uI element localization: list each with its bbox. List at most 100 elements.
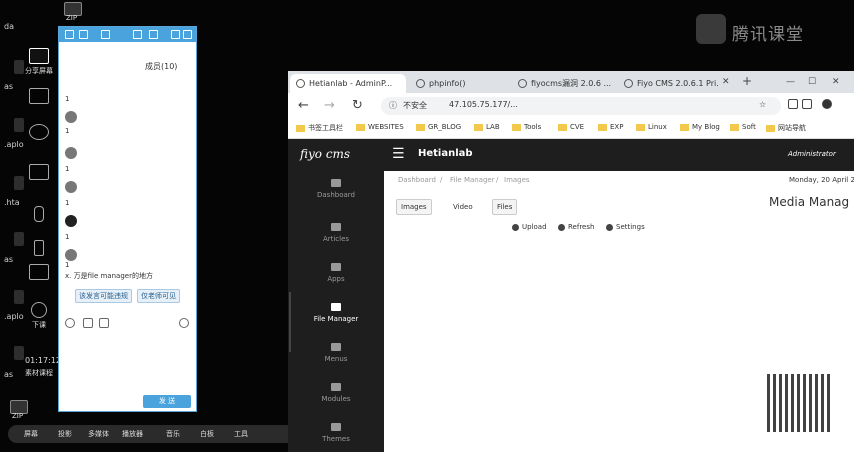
avatar[interactable] (65, 111, 77, 123)
desktop-file-label[interactable]: .aplo (4, 140, 24, 149)
bookmark-item[interactable]: Soft (730, 123, 756, 131)
breadcrumb-item[interactable]: File Manager (450, 176, 495, 184)
window-minimize-icon[interactable]: — (786, 77, 795, 87)
emoji-icon[interactable] (65, 318, 75, 328)
security-label[interactable]: 不安全 (403, 100, 427, 111)
desktop-file-icon[interactable] (14, 346, 24, 360)
taskbar-item[interactable]: 工具 (234, 429, 248, 439)
settings-tool-button[interactable] (24, 124, 54, 140)
bookmark-item[interactable]: WEBSITES (356, 123, 404, 131)
bookmark-item[interactable]: My Blog (680, 123, 720, 131)
tools-tool-button[interactable] (24, 264, 54, 280)
bookmark-item[interactable]: 网站导航 (766, 123, 806, 133)
sidebar-item-file-manager[interactable]: File Manager (288, 303, 384, 323)
desktop-file-icon[interactable] (14, 290, 24, 304)
taskbar-item[interactable]: 投影 (58, 429, 72, 439)
desktop-file-label[interactable]: .aplo (4, 312, 24, 321)
bookmark-item[interactable]: Linux (636, 123, 667, 131)
avatar[interactable] (65, 249, 77, 261)
menu-toggle-icon[interactable]: ☰ (392, 146, 405, 162)
browser-tab[interactable]: Fiyo CMS 2.0.6.1 Pri... (618, 74, 718, 93)
back-icon[interactable]: ← (298, 98, 309, 113)
chat-menu-icon[interactable] (65, 30, 74, 39)
refresh-button[interactable]: Refresh (558, 223, 594, 231)
taskbar-item[interactable]: 音乐 (166, 429, 180, 439)
desktop-file-icon[interactable] (14, 60, 24, 74)
desktop-file-label[interactable]: da (4, 22, 14, 31)
sidebar-item-dashboard[interactable]: Dashboard (288, 179, 384, 199)
close-tab-icon[interactable]: ✕ (722, 77, 730, 87)
avatar[interactable] (65, 147, 77, 159)
chat-settings-icon[interactable] (179, 318, 189, 328)
desktop-file-icon[interactable] (14, 118, 24, 132)
info-icon[interactable]: ⓘ (389, 100, 397, 111)
taskbar-item[interactable]: 多媒体 (88, 429, 109, 439)
member-count[interactable]: 成员(10) (145, 61, 177, 72)
camera-tool-button[interactable] (24, 164, 54, 180)
tab-video[interactable]: Video (448, 199, 478, 215)
forward-icon[interactable]: → (324, 98, 335, 113)
end-class-button[interactable]: 下课 (24, 302, 54, 330)
tab-images[interactable]: Images (396, 199, 432, 215)
tab-files[interactable]: Files (492, 199, 518, 215)
desktop-file-label[interactable]: as (4, 255, 13, 264)
extension-icon[interactable] (788, 99, 798, 109)
window-maximize-icon[interactable]: ☐ (808, 77, 816, 87)
desktop-file-label[interactable]: as (4, 370, 13, 379)
desktop-file-icon[interactable] (14, 232, 24, 246)
sidebar-item-menus[interactable]: Menus (288, 343, 384, 363)
chat-pin-icon[interactable] (149, 30, 158, 39)
settings-button[interactable]: Settings (606, 223, 645, 231)
bookmark-item[interactable]: 书签工具栏 (296, 123, 343, 133)
profile-avatar-icon[interactable] (822, 99, 832, 109)
scissors-icon[interactable] (83, 318, 93, 328)
upload-button[interactable]: Upload (512, 223, 547, 231)
chat-close-icon[interactable] (183, 30, 192, 39)
avatar[interactable] (65, 215, 77, 227)
user-name[interactable]: Administrator (788, 150, 836, 158)
cms-logo[interactable]: fiyo cms (300, 147, 350, 161)
reload-icon[interactable]: ↻ (352, 98, 363, 113)
mic-tool-button[interactable] (24, 206, 54, 222)
browser-tab[interactable]: Hetianlab - AdminP... (290, 74, 406, 93)
share-screen-button[interactable]: 分享屏幕 (24, 48, 54, 76)
desktop-file-label[interactable]: .hta (4, 198, 20, 207)
bookmark-item[interactable]: EXP (598, 123, 623, 131)
scrollbar[interactable] (289, 292, 291, 352)
bookmark-item[interactable]: Tools (512, 123, 541, 131)
edit-tool-button[interactable] (24, 88, 54, 104)
sidebar-item-articles[interactable]: Articles (288, 223, 384, 243)
image-icon[interactable] (99, 318, 109, 328)
avatar[interactable] (65, 181, 77, 193)
chat-minimize-icon[interactable] (171, 30, 180, 39)
music-tool-button[interactable] (24, 240, 54, 256)
browser-tab[interactable]: phpinfo() (410, 74, 508, 93)
bookmark-item[interactable]: LAB (474, 123, 500, 131)
browser-tab[interactable]: fiyocms漏洞 2.0.6 ... (512, 74, 612, 93)
dashboard-icon (331, 179, 341, 187)
url-field[interactable]: ⓘ 不安全 47.105.75.177/... ☆ (381, 97, 781, 115)
breadcrumb-item[interactable]: Dashboard (398, 176, 436, 184)
desktop-file-label[interactable]: as (4, 82, 13, 91)
send-button[interactable]: 发 送 (143, 395, 191, 408)
bookmark-star-icon[interactable]: ☆ (759, 100, 766, 109)
bookmark-item[interactable]: CVE (558, 123, 584, 131)
sidebar-item-themes[interactable]: Themes (288, 423, 384, 443)
new-tab-button[interactable]: + (742, 74, 752, 88)
taskbar-item[interactable]: 白板 (200, 429, 214, 439)
extension-icon[interactable] (802, 99, 812, 109)
window-close-icon[interactable]: ✕ (832, 77, 840, 87)
desktop-file-icon[interactable] (14, 176, 24, 190)
taskbar-item[interactable]: 屏幕 (24, 429, 38, 439)
chat-mute-icon[interactable] (133, 30, 142, 39)
page-title: Media Manag (769, 195, 850, 209)
site-name[interactable]: Hetianlab (418, 148, 473, 159)
chat-list-icon[interactable] (101, 30, 110, 39)
url-text[interactable]: 47.105.75.177/... (449, 100, 518, 109)
chat-add-icon[interactable] (79, 30, 88, 39)
power-icon (31, 302, 47, 318)
sidebar-item-apps[interactable]: Apps (288, 263, 384, 283)
bookmark-item[interactable]: GR_BLOG (416, 123, 461, 131)
taskbar-item[interactable]: 播放器 (122, 429, 143, 439)
sidebar-item-modules[interactable]: Modules (288, 383, 384, 403)
